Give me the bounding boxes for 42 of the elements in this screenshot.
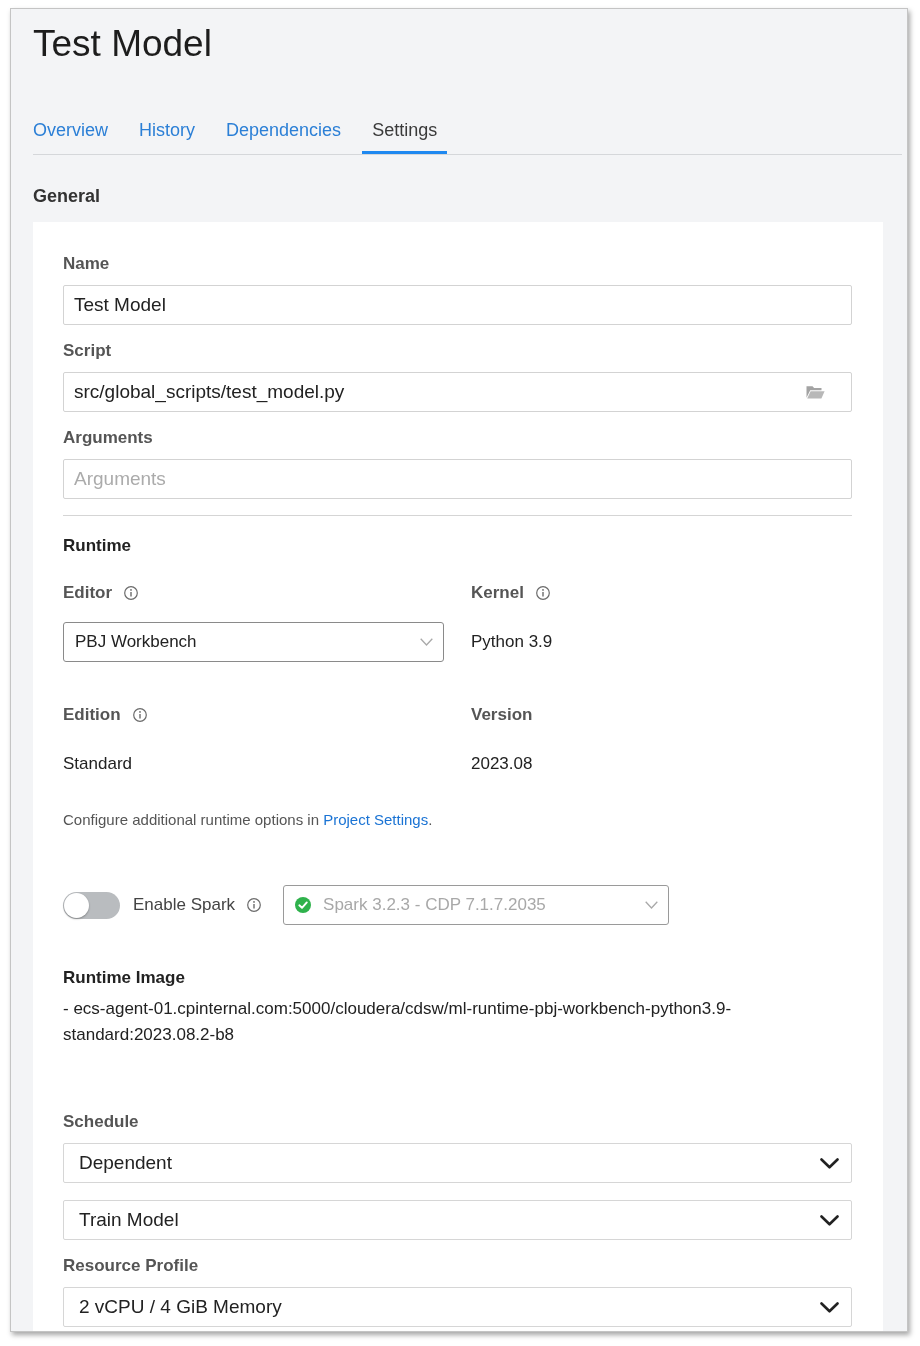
runtime-image-path: - ecs-agent-01.cpinternal.com:5000/cloudera/cdsw/ml-runtime-pbj-workbench-python3.9-standard:2023.08.2-b8 xyxy=(63,998,733,1046)
dropdown-select[interactable]: Train Model xyxy=(63,1200,852,1240)
text-field[interactable]: Test Model xyxy=(63,285,852,325)
section-heading: Runtime Image xyxy=(63,968,186,988)
check-circle-icon xyxy=(295,897,312,913)
info-icon[interactable] xyxy=(535,586,550,600)
tab[interactable]: Dependencies xyxy=(216,108,352,154)
dropdown-select[interactable]: PBJ Workbench xyxy=(63,622,444,662)
field-label: Resource Profile xyxy=(63,1256,200,1276)
field-label: Edition xyxy=(63,705,121,725)
field-label: Schedule xyxy=(63,1112,140,1132)
tab[interactable]: History xyxy=(129,108,206,154)
toggle-switch[interactable] xyxy=(63,891,120,919)
dropdown-select[interactable]: 2 vCPU / 4 GiB Memory xyxy=(63,1287,852,1327)
help-text: Configure additional runtime options in Project Settings. xyxy=(63,811,434,829)
field-label: Kernel xyxy=(471,583,524,603)
section-heading: General xyxy=(33,186,102,206)
field-value: Python 3.9 xyxy=(471,632,553,652)
chevron-icon xyxy=(645,901,659,909)
file-path-field[interactable]: src/global_scripts/test_model.py xyxy=(63,372,852,412)
field-label: Arguments xyxy=(63,428,154,448)
chevron-icon xyxy=(820,1301,839,1313)
tab[interactable]: Settings xyxy=(362,108,448,154)
chevron-icon xyxy=(820,1157,839,1169)
text-field[interactable]: Arguments xyxy=(63,459,852,499)
section-heading: Runtime xyxy=(63,536,132,556)
info-icon[interactable] xyxy=(247,898,262,912)
chevron-icon xyxy=(820,1214,839,1226)
info-icon[interactable] xyxy=(124,586,139,600)
field-value: Standard xyxy=(63,754,132,774)
field-label: Script xyxy=(63,341,113,361)
chevron-icon xyxy=(420,638,433,646)
folder-icon[interactable] xyxy=(806,385,825,399)
tab[interactable]: Overview xyxy=(23,108,118,154)
field-label: Version xyxy=(471,705,533,725)
toggle-label: Enable Spark xyxy=(133,895,236,915)
field-label: Name xyxy=(63,254,111,274)
info-icon[interactable] xyxy=(132,708,147,722)
page-title: Test Model xyxy=(33,24,213,64)
dropdown-select[interactable]: Dependent xyxy=(63,1143,852,1183)
field-value: 2023.08 xyxy=(471,754,533,774)
field-label: Editor xyxy=(63,583,113,603)
